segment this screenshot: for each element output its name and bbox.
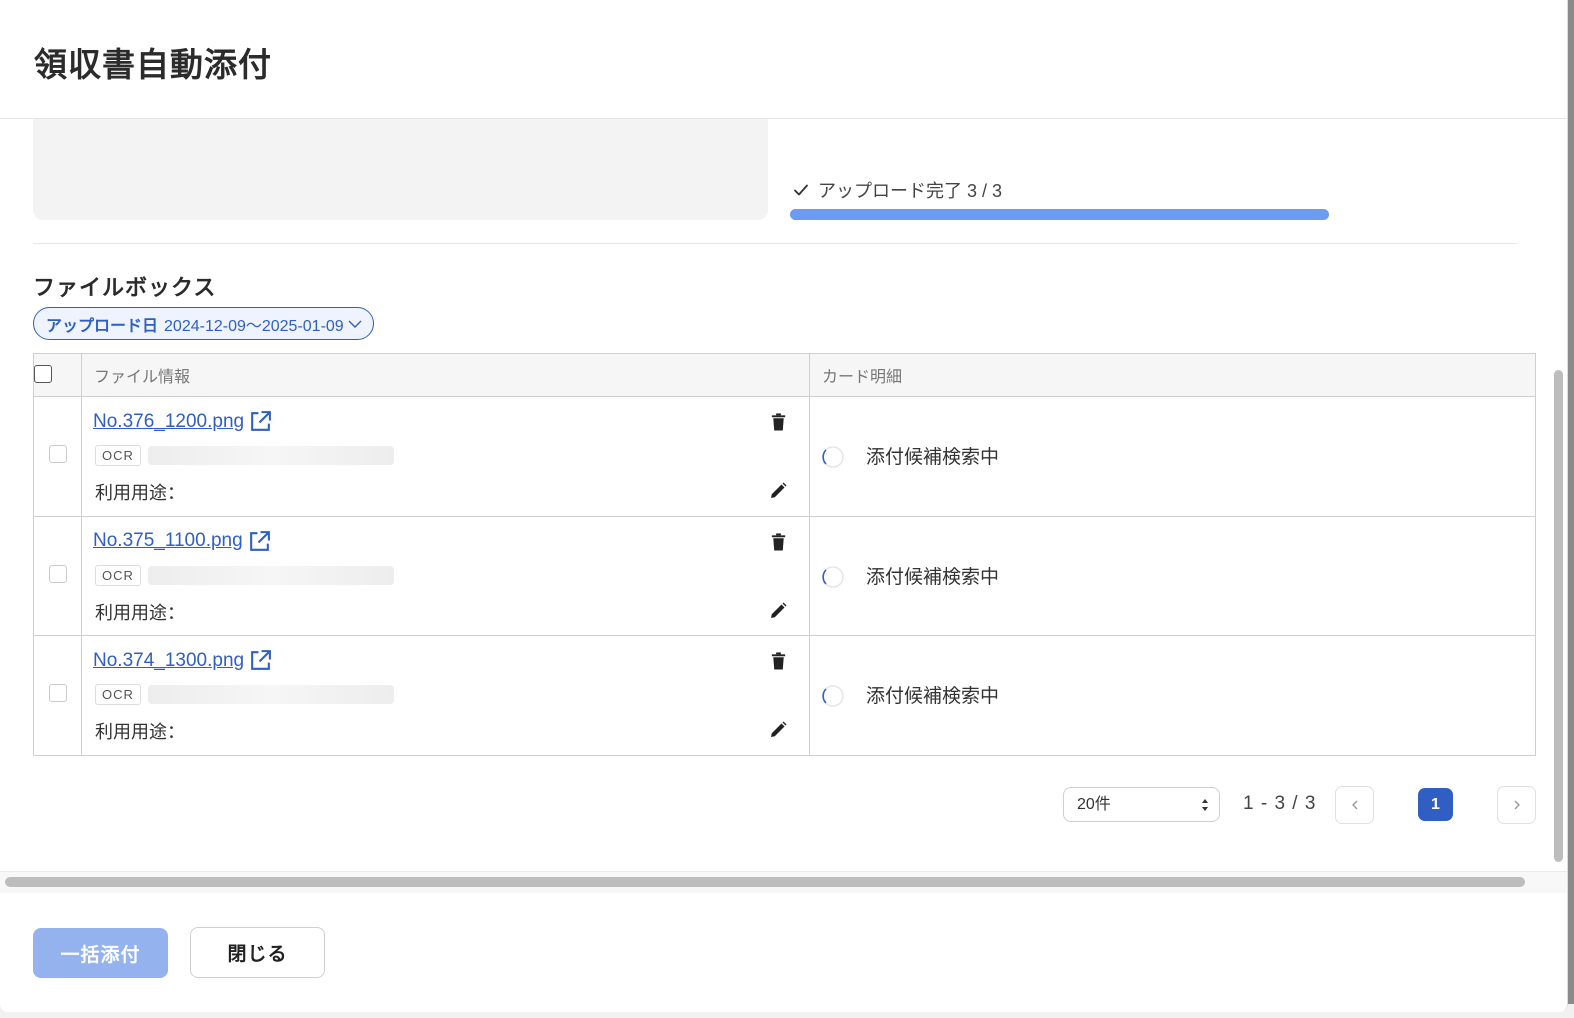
receipt-attach-modal: 領収書自動添付 アップロード完了 3 / 3 ファイルボックス アップロード日 … [0, 0, 1568, 1012]
table-header-row: ファイル情報 カード明細 [33, 353, 1536, 397]
filebox-title: ファイルボックス [33, 275, 217, 300]
external-link-icon[interactable] [248, 648, 273, 673]
filter-value: 2024-12-09〜2025-01-09 [164, 317, 344, 335]
modal-footer: 一括添付 閉じる [0, 893, 1567, 1012]
modal-header: 領収書自動添付 [0, 0, 1567, 119]
file-link[interactable]: No.374_1300.png [93, 650, 244, 672]
chevron-left-icon [1351, 800, 1357, 810]
trash-icon[interactable] [769, 532, 788, 552]
close-button[interactable]: 閉じる [190, 927, 325, 978]
card-detail-cell: 添付候補検索中 [809, 515, 1536, 636]
ocr-loading-skeleton [147, 685, 394, 704]
pencil-icon[interactable] [768, 601, 788, 621]
upload-progress-bar [790, 209, 1329, 220]
usage-label: 利用用途： [95, 722, 185, 742]
upload-status-text: アップロード完了 3 / 3 [818, 181, 1003, 201]
row-checkbox[interactable] [48, 564, 67, 583]
file-info-cell: No.376_1200.png OCR 利用用途： [81, 396, 810, 517]
modal-title: 領収書自動添付 [34, 46, 272, 83]
upload-dropzone[interactable] [33, 119, 768, 220]
row-checkbox[interactable] [48, 684, 67, 702]
modal-body[interactable]: アップロード完了 3 / 3 ファイルボックス アップロード日 2024-12-… [0, 119, 1550, 871]
trash-icon[interactable] [769, 412, 788, 432]
card-search-status: 添付候補検索中 [866, 686, 1000, 707]
ocr-loading-skeleton [147, 565, 394, 585]
filter-label: アップロード日 [46, 317, 159, 335]
usage-label: 利用用途： [95, 602, 185, 623]
check-icon [794, 184, 808, 196]
file-link[interactable]: No.375_1100.png [93, 530, 243, 552]
table-row: No.374_1300.png OCR 利用用途： 添付候補検索中 [33, 635, 1536, 756]
table-row: No.376_1200.png OCR 利用用途： 添付候補検索中 [33, 396, 1536, 517]
spinner-icon [822, 446, 844, 468]
pagination: 20件 1 - 3 / 3 1 [0, 786, 1550, 826]
current-page-button[interactable]: 1 [1418, 788, 1453, 821]
row-checkbox[interactable] [48, 445, 67, 463]
prev-page-button[interactable] [1335, 786, 1374, 824]
table-row: No.375_1100.png OCR 利用用途： 添付候補検索中 [33, 515, 1536, 636]
horizontal-scrollbar[interactable] [5, 877, 1525, 887]
select-all-cell [33, 353, 82, 397]
per-page-select[interactable]: 20件 [1063, 787, 1220, 822]
column-header-card-detail: カード明細 [809, 353, 1536, 397]
pencil-icon[interactable] [768, 481, 788, 501]
select-arrows-icon [1202, 799, 1208, 811]
upload-date-filter[interactable]: アップロード日 2024-12-09〜2025-01-09 [33, 307, 374, 340]
file-table: ファイル情報 カード明細 No.376_1200.png OCR 利用用途： 添… [33, 353, 1536, 756]
bulk-attach-button[interactable]: 一括添付 [33, 928, 168, 978]
page-range: 1 - 3 / 3 [1243, 793, 1317, 814]
external-link-icon[interactable] [247, 529, 272, 554]
ocr-badge: OCR [95, 564, 141, 586]
pencil-icon[interactable] [768, 720, 788, 740]
ocr-badge: OCR [95, 684, 141, 705]
ocr-badge: OCR [95, 445, 141, 466]
ocr-loading-skeleton [147, 446, 394, 465]
select-all-checkbox[interactable] [34, 365, 52, 383]
upload-progress-fill [790, 209, 1329, 220]
next-page-button[interactable] [1497, 786, 1536, 824]
upload-status: アップロード完了 3 / 3 [792, 177, 1002, 203]
external-link-icon[interactable] [248, 409, 273, 434]
card-search-status: 添付候補検索中 [866, 566, 1000, 588]
card-detail-cell: 添付候補検索中 [809, 635, 1536, 756]
file-link[interactable]: No.376_1200.png [93, 411, 244, 433]
trash-icon[interactable] [769, 651, 788, 671]
column-header-file-info: ファイル情報 [81, 353, 810, 397]
per-page-value: 20件 [1077, 796, 1111, 813]
file-info-cell: No.374_1300.png OCR 利用用途： [81, 635, 810, 756]
spinner-icon [822, 565, 844, 588]
card-detail-cell: 添付候補検索中 [809, 396, 1536, 517]
vertical-scrollbar[interactable] [1554, 370, 1563, 862]
usage-label: 利用用途： [95, 483, 185, 503]
chevron-right-icon [1514, 800, 1520, 810]
spinner-icon [822, 685, 844, 707]
card-search-status: 添付候補検索中 [866, 447, 1000, 468]
section-divider [33, 243, 1517, 244]
chevron-down-icon [348, 320, 362, 328]
file-info-cell: No.375_1100.png OCR 利用用途： [81, 515, 810, 636]
